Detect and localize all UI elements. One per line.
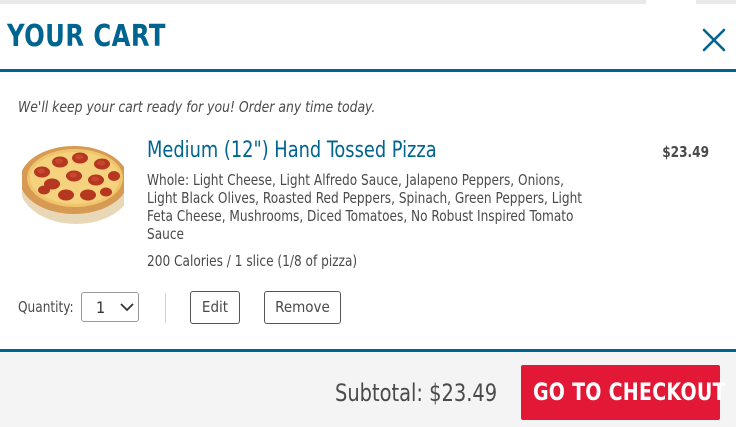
- separator: [165, 293, 166, 323]
- close-icon: [702, 28, 726, 52]
- quantity-label: Quantity:: [18, 298, 74, 316]
- close-button[interactable]: [699, 25, 729, 55]
- cart-note: We'll keep your cart ready for you! Orde…: [18, 98, 376, 116]
- subtotal: Subtotal: $23.49: [335, 379, 498, 407]
- item-toppings: Whole: Light Cheese, Light Alfredo Sauce…: [147, 171, 583, 243]
- checkout-button-label: GO TO CHECKOUT: [532, 378, 726, 406]
- item-calories: 200 Calories / 1 slice (1/8 of pizza): [147, 252, 358, 270]
- header-divider: [0, 69, 736, 72]
- cart-footer: Subtotal: $23.49 GO TO CHECKOUT: [0, 352, 736, 427]
- remove-button[interactable]: Remove: [264, 291, 341, 324]
- item-name[interactable]: Medium (12") Hand Tossed Pizza: [147, 138, 437, 163]
- chevron-down-icon: [120, 303, 134, 312]
- pizza-image: [22, 140, 124, 228]
- edit-button[interactable]: Edit: [190, 291, 240, 324]
- pepperoni-pizza-image: [22, 146, 124, 224]
- page-title: YOUR CART: [7, 19, 166, 54]
- quantity-select[interactable]: 1: [81, 292, 139, 322]
- checkout-button[interactable]: GO TO CHECKOUT: [521, 365, 726, 420]
- quantity-value: 1: [96, 298, 106, 317]
- cart-header: YOUR CART: [0, 4, 736, 70]
- item-price: $23.49: [662, 143, 709, 161]
